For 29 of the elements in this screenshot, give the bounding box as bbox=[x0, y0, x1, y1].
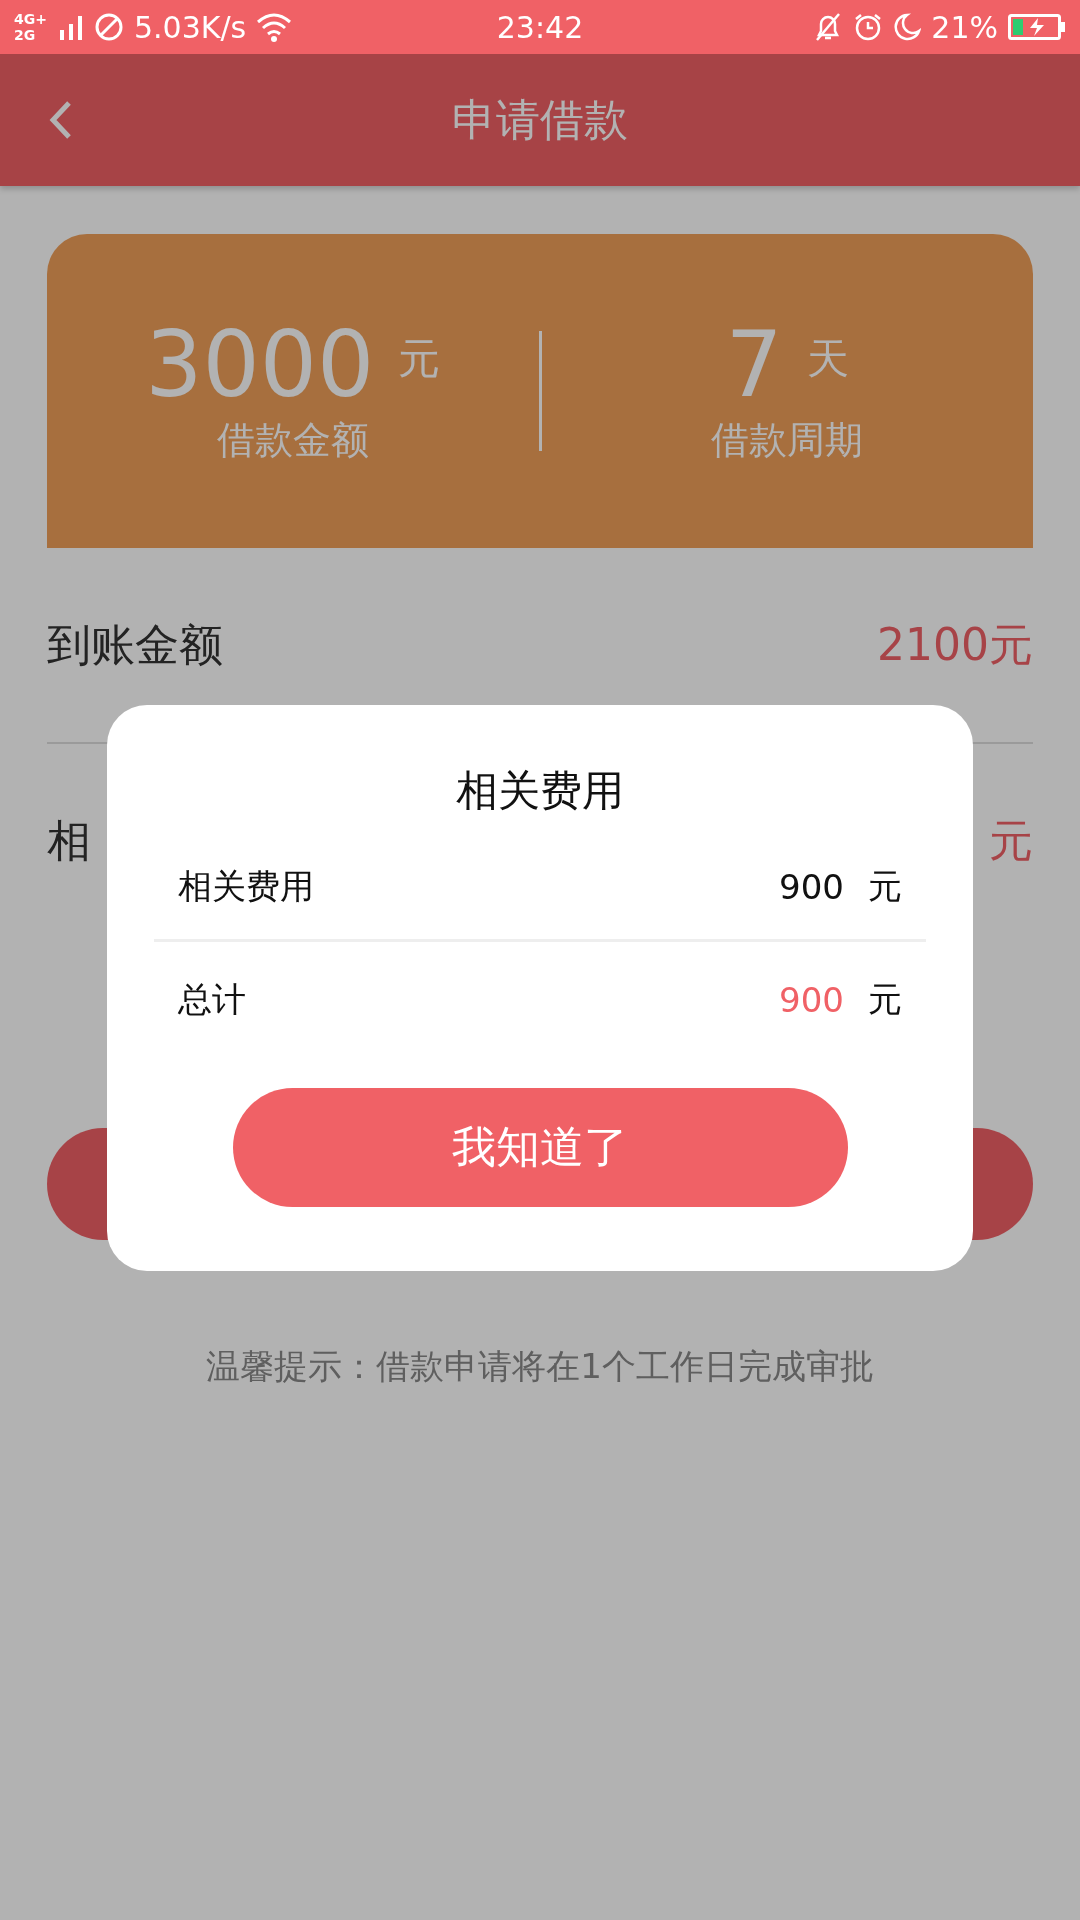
confirm-button[interactable]: 我知道了 bbox=[232, 1088, 848, 1207]
battery-percent: 21% bbox=[931, 9, 998, 45]
fee-amount: 900 bbox=[779, 980, 844, 1020]
fee-unit: 元 bbox=[868, 865, 902, 908]
network-type: 4G+ 2G bbox=[14, 11, 48, 43]
loan-period: 7 bbox=[725, 316, 783, 413]
network-speed: 5.03K/s bbox=[134, 9, 247, 45]
tip-text: 温馨提示：借款申请将在1个工作日完成审批 bbox=[206, 1346, 874, 1386]
back-icon[interactable] bbox=[48, 100, 72, 140]
loan-amount: 3000 bbox=[145, 316, 375, 413]
page-title: 申请借款 bbox=[452, 92, 628, 147]
wifi-icon bbox=[256, 12, 293, 42]
fee-unit: 元 bbox=[868, 978, 902, 1021]
moon-icon bbox=[893, 12, 922, 42]
row-label: 相 bbox=[47, 813, 91, 868]
dialog-title: 相关费用 bbox=[456, 765, 624, 817]
period-label: 借款周期 bbox=[711, 416, 864, 464]
clock: 23:42 bbox=[496, 9, 584, 45]
amount-label: 借款金额 bbox=[216, 416, 369, 464]
fee-label: 总计 bbox=[178, 978, 247, 1021]
period-unit: 天 bbox=[806, 332, 849, 385]
row-label: 到账金额 bbox=[47, 617, 223, 672]
battery-charging-icon bbox=[1008, 13, 1066, 41]
fee-amount: 900 bbox=[779, 867, 844, 907]
fee-label: 相关费用 bbox=[178, 865, 315, 908]
row-value: 2100元 bbox=[877, 617, 1033, 672]
blocked-icon bbox=[94, 12, 124, 42]
row-value: 元 bbox=[989, 813, 1033, 868]
amount-unit: 元 bbox=[398, 332, 441, 385]
